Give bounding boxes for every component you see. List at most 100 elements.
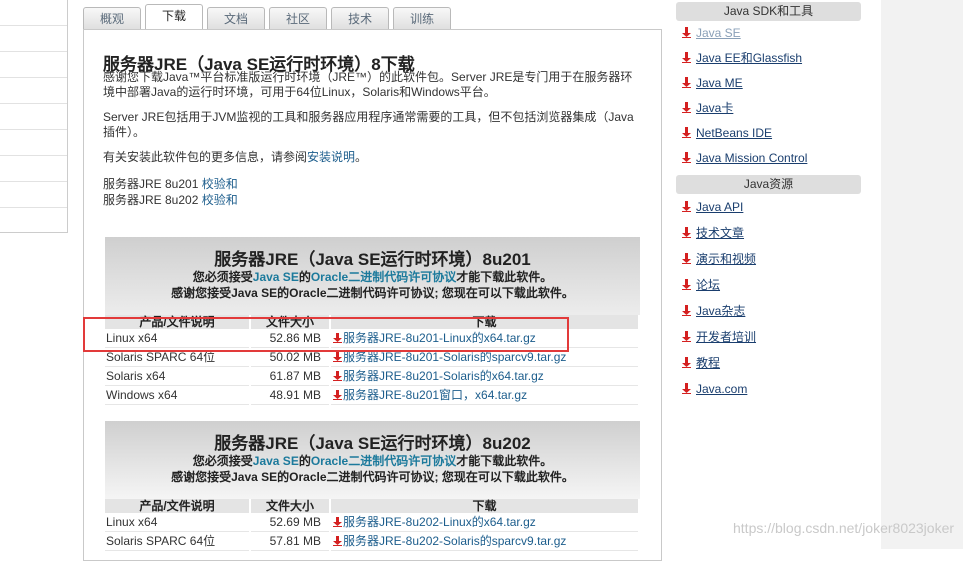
java-se-text: Java SE: [252, 270, 299, 284]
download-table: 产品/文件说明 文件大小 下载 Linux x64 52.69 MB 服务器JR…: [105, 499, 640, 551]
row-size: 57.81 MB: [250, 531, 331, 551]
sidebar-item-mission-control[interactable]: Java Mission Control: [676, 146, 861, 171]
main-content: 服务器JRE（Java SE运行时环境）8下载 感谢您下载Java™平台标准版运…: [83, 29, 662, 561]
left-nav-row[interactable]: [0, 26, 67, 52]
sidebar-item-developer-training[interactable]: 开发者培训: [676, 324, 861, 350]
license-text: 您必须接受: [192, 454, 253, 468]
intro-paragraph-1: 感谢您下载Java™平台标准版运行时环境（JRE™）的此软件包。Server J…: [103, 70, 633, 99]
section-title: 服务器JRE（Java SE运行时环境）8u201: [214, 250, 531, 269]
row-size: 52.69 MB: [250, 513, 331, 532]
left-nav-row[interactable]: [0, 78, 67, 104]
java-se-text: Java SE: [252, 454, 299, 468]
table-row: Solaris SPARC 64位 57.81 MB 服务器JRE-8u202-…: [105, 531, 640, 551]
sidebar-link[interactable]: Java杂志: [696, 304, 745, 318]
left-nav-row[interactable]: [0, 182, 67, 208]
download-link[interactable]: 服务器JRE-8u202-Solaris的sparcv9.tar.gz: [343, 534, 566, 548]
header-download: 下载: [330, 499, 640, 513]
sidebar-link[interactable]: 演示和视频: [696, 252, 756, 266]
sidebar-item-java-ee[interactable]: Java EE和Glassfish: [676, 46, 861, 71]
license-link[interactable]: Oracle二进制代码许可协议: [311, 454, 456, 468]
sidebar-link[interactable]: Java Mission Control: [696, 151, 807, 165]
sidebar-item-java-com[interactable]: Java.com: [676, 376, 861, 402]
left-nav-row[interactable]: [0, 156, 67, 182]
sidebar-link[interactable]: Java EE和Glassfish: [696, 51, 802, 65]
checksum-link-8u201[interactable]: 校验和: [202, 177, 238, 191]
download-link[interactable]: 服务器JRE-8u201窗口，x64.tar.gz: [343, 388, 527, 402]
license-text: 您必须接受: [192, 270, 253, 284]
row-product: Solaris x64: [105, 366, 251, 386]
intro-paragraph-2: Server JRE包括用于JVM监视的工具和服务器应用程序通常需要的工具，但不…: [103, 110, 634, 139]
tab-bar: 概观 下载 文档 社区 技术 训练: [83, 4, 455, 30]
annotation-highlight-box: [83, 317, 569, 352]
sidebar-link[interactable]: NetBeans IDE: [696, 126, 772, 140]
tab-overview[interactable]: 概观: [83, 7, 142, 30]
header-size: 文件大小: [250, 499, 331, 513]
tab-documentation[interactable]: 文档: [207, 7, 266, 30]
download-link[interactable]: 服务器JRE-8u201-Solaris的sparcv9.tar.gz: [343, 350, 566, 364]
download-arrow-icon: [682, 305, 691, 316]
table-row: Solaris x64 61.87 MB 服务器JRE-8u201-Solari…: [105, 366, 640, 386]
left-nav-row[interactable]: [0, 104, 67, 130]
license-accepted-line: 感谢您接受Java SE的Oracle二进制代码许可协议; 您现在可以下载此软件…: [171, 286, 574, 300]
download-arrow-icon: [682, 331, 691, 342]
checksum-link-8u202[interactable]: 校验和: [202, 193, 238, 207]
download-arrow-icon: [333, 390, 342, 400]
license-link[interactable]: Oracle二进制代码许可协议: [311, 270, 456, 284]
sidebar-link[interactable]: 技术文章: [696, 226, 744, 240]
sidebar-link[interactable]: 教程: [696, 356, 720, 370]
install-instructions-link[interactable]: 安装说明: [307, 150, 355, 164]
download-arrow-icon: [682, 279, 691, 290]
sidebar-link[interactable]: Java API: [696, 200, 743, 214]
checksum-line-8u201: 服务器JRE 8u201 校验和: [103, 177, 643, 192]
sidebar-link[interactable]: Java卡: [696, 101, 733, 115]
left-nav-row[interactable]: [0, 52, 67, 78]
sidebar-item-java-magazine[interactable]: Java杂志: [676, 298, 861, 324]
sidebar-item-demos-videos[interactable]: 演示和视频: [676, 246, 861, 272]
sidebar-item-tutorials[interactable]: 教程: [676, 350, 861, 376]
sidebar-item-java-card[interactable]: Java卡: [676, 96, 861, 121]
left-nav-row[interactable]: [0, 0, 67, 26]
table-header: 产品/文件说明 文件大小 下载: [105, 499, 640, 513]
license-accepted-line: 感谢您接受Java SE的Oracle二进制代码许可协议; 您现在可以下载此软件…: [171, 470, 574, 484]
tab-training[interactable]: 训练: [393, 7, 452, 30]
install-info-text: 有关安装此软件包的更多信息，请参阅: [103, 150, 308, 164]
checksum-label: 服务器JRE 8u202: [103, 193, 202, 207]
sidebar-item-tech-articles[interactable]: 技术文章: [676, 220, 861, 246]
tab-technologies[interactable]: 技术: [331, 7, 390, 30]
download-link[interactable]: 服务器JRE-8u201-Solaris的x64.tar.gz: [343, 369, 544, 383]
right-sidebar: Java SDK和工具 Java SE Java EE和Glassfish Ja…: [676, 0, 861, 402]
license-line: 您必须接受Java SE的Oracle二进制代码许可协议才能下载此软件。: [105, 453, 640, 469]
sidebar-link[interactable]: 开发者培训: [696, 330, 756, 344]
download-arrow-icon: [682, 201, 691, 212]
tab-downloads[interactable]: 下载: [145, 4, 204, 30]
license-text: 的: [298, 454, 311, 468]
license-text: 才能下载此软件。: [456, 270, 553, 284]
sidebar-item-java-me[interactable]: Java ME: [676, 71, 861, 96]
sidebar-item-java-api[interactable]: Java API: [676, 194, 861, 220]
download-arrow-icon: [682, 227, 691, 238]
download-arrow-icon: [682, 127, 691, 138]
download-arrow-icon: [682, 357, 691, 368]
sidebar-link[interactable]: Java.com: [696, 382, 747, 396]
header-product: 产品/文件说明: [105, 499, 251, 513]
sidebar-item-netbeans[interactable]: NetBeans IDE: [676, 121, 861, 146]
left-nav-row[interactable]: [0, 130, 67, 156]
download-link[interactable]: 服务器JRE-8u202-Linux的x64.tar.gz: [343, 515, 536, 529]
download-arrow-icon: [682, 253, 691, 264]
sidebar-item-forums[interactable]: 论坛: [676, 272, 861, 298]
sidebar-link[interactable]: 论坛: [696, 278, 720, 292]
download-arrow-icon: [333, 517, 342, 527]
checksum-label: 服务器JRE 8u201: [103, 177, 202, 191]
license-text: 才能下载此软件。: [456, 454, 553, 468]
download-arrow-icon: [682, 27, 691, 38]
table-row: Windows x64 48.91 MB 服务器JRE-8u201窗口，x64.…: [105, 385, 640, 405]
download-arrow-icon: [682, 102, 691, 113]
table-row: Linux x64 52.69 MB 服务器JRE-8u202-Linux的x6…: [105, 513, 640, 532]
row-size: 61.87 MB: [250, 366, 331, 386]
sidebar-item-java-se[interactable]: Java SE: [676, 21, 861, 46]
sidebar-link[interactable]: Java SE: [696, 26, 741, 40]
sidebar-heading-resources: Java资源: [676, 175, 861, 194]
tab-community[interactable]: 社区: [269, 7, 328, 30]
download-arrow-icon: [682, 383, 691, 394]
sidebar-link[interactable]: Java ME: [696, 76, 743, 90]
